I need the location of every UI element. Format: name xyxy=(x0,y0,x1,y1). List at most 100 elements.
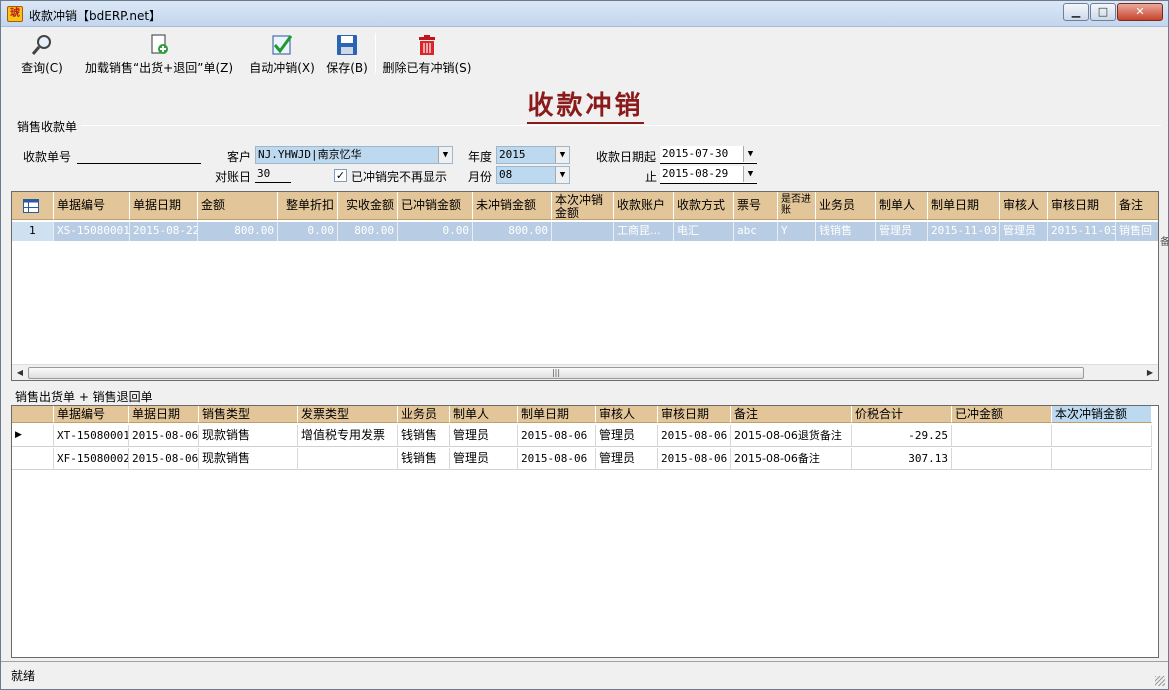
column-header[interactable]: 实收金额 xyxy=(338,192,398,220)
save-button[interactable]: 保存(B) xyxy=(323,29,371,77)
table-cell[interactable] xyxy=(952,425,1052,447)
table-cell[interactable]: XS-15080001 xyxy=(54,222,130,241)
month-select[interactable]: 08 ▼ xyxy=(496,166,570,184)
table-cell[interactable]: 800.00 xyxy=(338,222,398,241)
table-cell[interactable]: 2015-08-06 xyxy=(129,425,199,447)
column-header[interactable]: 业务员 xyxy=(816,192,876,220)
table-cell[interactable] xyxy=(1052,425,1152,447)
receipt-no-input[interactable] xyxy=(77,147,201,164)
column-header[interactable]: 销售类型 xyxy=(199,406,298,423)
horizontal-scrollbar[interactable]: ◀ ||| ▶ xyxy=(12,364,1158,380)
column-header[interactable]: 已冲金额 xyxy=(952,406,1052,423)
load-sales-button[interactable]: 加载销售“出货+退回”单(Z) xyxy=(79,29,239,77)
table-cell[interactable]: XT-15080001 xyxy=(54,425,129,447)
detail-grid[interactable]: 单据编号 单据日期 销售类型 发票类型 业务员 制单人 制单日期 审核人 审核日… xyxy=(11,405,1159,658)
column-header[interactable]: 审核日期 xyxy=(1048,192,1116,220)
table-cell[interactable]: 管理员 xyxy=(450,448,518,470)
column-header[interactable]: 收款账户 xyxy=(614,192,674,220)
grid-corner[interactable] xyxy=(12,192,54,220)
hide-done-checkbox[interactable]: ✓ xyxy=(334,169,347,182)
chevron-down-icon[interactable]: ▼ xyxy=(555,147,569,163)
table-cell[interactable]: 钱销售 xyxy=(816,222,876,241)
table-cell[interactable]: 2015-08-06退货备注 xyxy=(731,425,852,447)
table-cell[interactable] xyxy=(552,222,614,241)
table-cell[interactable]: 307.13 xyxy=(852,448,952,470)
table-cell[interactable]: 工商昆... xyxy=(614,222,674,241)
column-header[interactable]: 审核人 xyxy=(1000,192,1048,220)
table-cell[interactable]: 销售回 xyxy=(1116,222,1158,241)
column-header[interactable]: 未冲销金额 xyxy=(473,192,552,220)
table-cell[interactable]: Y xyxy=(778,222,816,241)
column-header[interactable]: 发票类型 xyxy=(298,406,398,423)
query-button[interactable]: 查询(C) xyxy=(17,29,67,77)
close-button[interactable]: ✕ xyxy=(1117,3,1163,21)
table-cell[interactable]: 增值税专用发票 xyxy=(298,425,398,447)
table-cell[interactable]: 2015-08-06 xyxy=(518,448,596,470)
column-header[interactable]: 制单日期 xyxy=(928,192,1000,220)
column-header[interactable]: 制单人 xyxy=(876,192,928,220)
column-header[interactable]: 本次冲销金额 xyxy=(552,192,614,220)
column-header[interactable]: 金额 xyxy=(198,192,278,220)
scroll-left-icon[interactable]: ◀ xyxy=(14,367,26,379)
table-cell[interactable]: 2015-08-06 xyxy=(658,448,731,470)
column-header[interactable]: 备注 xyxy=(1116,192,1158,220)
table-cell[interactable]: 2015-11-03 xyxy=(1048,222,1116,241)
table-cell[interactable]: 800.00 xyxy=(198,222,278,241)
customer-select[interactable]: NJ.YHWJD|南京忆华 ▼ xyxy=(255,146,453,164)
column-header[interactable]: 单据编号 xyxy=(54,406,129,423)
table-cell[interactable]: 管理员 xyxy=(596,448,658,470)
table-cell[interactable]: 2015-08-22 xyxy=(130,222,198,241)
row-number[interactable]: 1 xyxy=(12,222,54,241)
column-header[interactable]: 单据编号 xyxy=(54,192,130,220)
table-cell[interactable]: 0.00 xyxy=(278,222,338,241)
table-cell[interactable]: 管理员 xyxy=(450,425,518,447)
table-cell[interactable]: 管理员 xyxy=(1000,222,1048,241)
chevron-down-icon[interactable]: ▼ xyxy=(555,167,569,183)
column-header[interactable]: 是否进账 xyxy=(778,192,816,220)
column-header[interactable]: 制单人 xyxy=(450,406,518,423)
table-cell[interactable]: 电汇 xyxy=(674,222,734,241)
scrollbar-thumb[interactable]: ||| xyxy=(28,367,1084,379)
scroll-right-icon[interactable]: ▶ xyxy=(1144,367,1156,379)
column-header[interactable]: 单据日期 xyxy=(130,192,198,220)
column-header[interactable]: 价税合计 xyxy=(852,406,952,423)
column-header[interactable]: 本次冲销金额 xyxy=(1052,406,1152,423)
table-cell[interactable]: 管理员 xyxy=(876,222,928,241)
table-cell[interactable]: 钱销售 xyxy=(398,425,450,447)
resize-grip-icon[interactable] xyxy=(1155,676,1165,686)
chevron-down-icon[interactable]: ▼ xyxy=(743,146,757,162)
table-cell[interactable] xyxy=(1052,448,1152,470)
minimize-button[interactable]: ▁ xyxy=(1063,3,1089,21)
table-cell[interactable] xyxy=(952,448,1052,470)
table-cell[interactable]: 钱销售 xyxy=(398,448,450,470)
auto-offset-button[interactable]: 自动冲销(X) xyxy=(247,29,317,77)
column-header[interactable]: 整单折扣 xyxy=(278,192,338,220)
chevron-down-icon[interactable]: ▼ xyxy=(743,166,757,182)
table-cell[interactable]: 2015-08-06 xyxy=(518,425,596,447)
table-cell[interactable]: 800.00 xyxy=(473,222,552,241)
column-header[interactable]: 制单日期 xyxy=(518,406,596,423)
table-cell[interactable]: 2015-11-03 xyxy=(928,222,1000,241)
recon-day-input[interactable]: 30 xyxy=(255,166,291,183)
date-from-picker[interactable]: 2015-07-30 ▼ xyxy=(660,146,757,164)
row-pointer-icon[interactable]: ▶ xyxy=(12,425,54,447)
table-cell[interactable]: abc xyxy=(734,222,778,241)
column-header[interactable]: 备注 xyxy=(731,406,852,423)
chevron-down-icon[interactable]: ▼ xyxy=(438,147,452,163)
year-select[interactable]: 2015 ▼ xyxy=(496,146,570,164)
grid-corner[interactable] xyxy=(12,406,54,423)
table-cell[interactable]: -29.25 xyxy=(852,425,952,447)
row-pointer-icon[interactable] xyxy=(12,448,54,470)
table-cell[interactable]: 管理员 xyxy=(596,425,658,447)
column-header[interactable]: 业务员 xyxy=(398,406,450,423)
column-header[interactable]: 单据日期 xyxy=(129,406,199,423)
table-cell[interactable]: 0.00 xyxy=(398,222,473,241)
date-to-picker[interactable]: 2015-08-29 ▼ xyxy=(660,166,757,184)
table-cell[interactable]: XF-15080002 xyxy=(54,448,129,470)
table-cell[interactable] xyxy=(298,448,398,470)
column-header[interactable]: 收款方式 xyxy=(674,192,734,220)
column-header[interactable]: 已冲销金额 xyxy=(398,192,473,220)
maximize-button[interactable]: □ xyxy=(1090,3,1116,21)
table-cell[interactable]: 2015-08-06 xyxy=(129,448,199,470)
table-cell[interactable]: 现款销售 xyxy=(199,448,298,470)
